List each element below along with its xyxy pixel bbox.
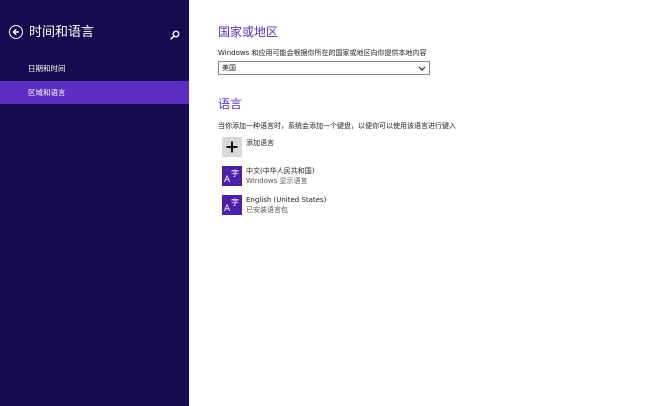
language-section-title: 语言: [218, 97, 243, 111]
sidebar-item-label: 区域和语言: [28, 88, 66, 97]
sidebar-item-label: 日期和时间: [28, 64, 66, 73]
svg-text:字: 字: [231, 197, 239, 207]
region-description: Windows 和应用可能会根据你所在的国家或地区向你提供本地内容: [218, 49, 427, 57]
back-arrow-icon[interactable]: [9, 25, 23, 39]
chevron-down-icon: [418, 66, 426, 71]
plus-icon: [222, 137, 242, 157]
language-a-zi-icon: A 字: [222, 195, 242, 215]
language-status: Windows 显示语言: [246, 177, 308, 185]
sidebar-title: 时间和语言: [29, 25, 95, 40]
main-content: 国家或地区 Windows 和应用可能会根据你所在的国家或地区向你提供本地内容 …: [189, 0, 650, 406]
language-item-chinese[interactable]: A 字 中文(中华人民共和国) Windows 显示语言: [222, 166, 422, 188]
sidebar-header: 时间和语言: [9, 24, 181, 42]
add-language-button[interactable]: 添加语言: [222, 137, 422, 159]
svg-text:A: A: [224, 204, 231, 214]
country-region-select[interactable]: 美国: [218, 61, 430, 75]
language-name: 中文(中华人民共和国): [246, 167, 315, 175]
language-item-english[interactable]: A 字 English (United States) 已安装语言包: [222, 195, 422, 217]
sidebar: 时间和语言 日期和时间 区域和语言: [0, 0, 189, 406]
region-section-title: 国家或地区: [218, 25, 279, 39]
search-icon[interactable]: [169, 26, 181, 40]
language-name: English (United States): [246, 196, 327, 204]
svg-text:字: 字: [231, 168, 239, 178]
country-region-value: 美国: [222, 64, 236, 72]
add-language-label: 添加语言: [246, 139, 274, 147]
sidebar-item-date-time[interactable]: 日期和时间: [0, 57, 189, 80]
language-description: 当你添加一种语言时，系统会添加一个键盘，以便你可以使用该语言进行键入: [218, 122, 456, 130]
svg-text:A: A: [224, 175, 231, 185]
sidebar-item-region-language[interactable]: 区域和语言: [0, 81, 189, 104]
settings-window: 时间和语言 日期和时间 区域和语言 国家或地区 Windows 和应用可能会根据…: [0, 0, 650, 406]
language-a-zi-icon: A 字: [222, 166, 242, 186]
language-status: 已安装语言包: [246, 206, 288, 214]
